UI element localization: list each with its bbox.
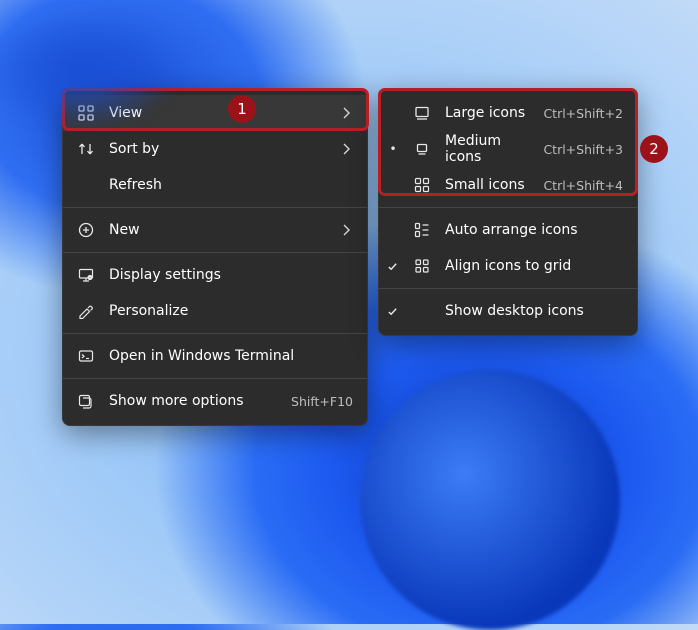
submenu-item-label: Auto arrange icons	[445, 222, 623, 238]
submenu-item-shortcut: Ctrl+Shift+4	[543, 178, 623, 193]
desktop-context-menu: View Sort by Refresh New	[62, 88, 368, 426]
menu-item-display-settings[interactable]: Display settings	[63, 257, 367, 293]
menu-item-label: Refresh	[109, 177, 353, 193]
submenu-item-label: Small icons	[445, 177, 525, 193]
menu-separator	[379, 207, 637, 208]
check-mark-checked	[387, 306, 399, 317]
menu-item-label: Show more options	[109, 393, 269, 409]
menu-item-open-terminal[interactable]: Open in Windows Terminal	[63, 338, 367, 374]
submenu-item-small-icons[interactable]: Small icons Ctrl+Shift+4	[379, 167, 637, 203]
auto-arrange-icon	[413, 222, 431, 238]
terminal-icon	[77, 347, 95, 365]
menu-item-label: View	[109, 105, 325, 121]
submenu-item-auto-arrange[interactable]: Auto arrange icons	[379, 212, 637, 248]
menu-item-refresh[interactable]: Refresh	[63, 167, 367, 203]
submenu-item-label: Medium icons	[445, 133, 525, 165]
show-more-icon	[77, 392, 95, 410]
submenu-item-shortcut: Ctrl+Shift+2	[543, 106, 623, 121]
medium-icons-icon	[413, 142, 431, 156]
submenu-item-label: Show desktop icons	[445, 303, 623, 319]
menu-item-label: Display settings	[109, 267, 353, 283]
submenu-item-label: Large icons	[445, 105, 525, 121]
submenu-item-large-icons[interactable]: Large icons Ctrl+Shift+2	[379, 95, 637, 131]
menu-separator	[63, 333, 367, 334]
submenu-item-align-grid[interactable]: Align icons to grid	[379, 248, 637, 284]
submenu-item-medium-icons[interactable]: • Medium icons Ctrl+Shift+3	[379, 131, 637, 167]
sort-icon	[77, 140, 95, 158]
display-settings-icon	[77, 266, 95, 284]
menu-item-new[interactable]: New	[63, 212, 367, 248]
menu-item-view[interactable]: View	[63, 95, 367, 131]
large-icons-icon	[413, 106, 431, 120]
menu-item-label: Open in Windows Terminal	[109, 348, 353, 364]
view-submenu: Large icons Ctrl+Shift+2 • Medium icons …	[378, 88, 638, 336]
menu-item-show-more[interactable]: Show more options Shift+F10	[63, 383, 367, 419]
chevron-right-icon	[339, 224, 353, 236]
new-plus-icon	[77, 221, 95, 239]
menu-separator	[379, 288, 637, 289]
menu-item-label: Sort by	[109, 141, 325, 157]
submenu-item-shortcut: Ctrl+Shift+3	[543, 142, 623, 157]
submenu-item-show-desktop-icons[interactable]: Show desktop icons	[379, 293, 637, 329]
annotation-badge-2: 2	[640, 135, 668, 163]
small-icons-icon	[413, 177, 431, 193]
menu-item-label: New	[109, 222, 325, 238]
view-icon	[77, 104, 95, 122]
menu-item-label: Personalize	[109, 303, 353, 319]
chevron-right-icon	[339, 107, 353, 119]
submenu-item-label: Align icons to grid	[445, 258, 623, 274]
menu-item-personalize[interactable]: Personalize	[63, 293, 367, 329]
menu-item-shortcut: Shift+F10	[291, 394, 353, 409]
menu-separator	[63, 378, 367, 379]
menu-item-sort[interactable]: Sort by	[63, 131, 367, 167]
menu-separator	[63, 252, 367, 253]
menu-separator	[63, 207, 367, 208]
blank-icon	[77, 176, 95, 194]
chevron-right-icon	[339, 143, 353, 155]
check-mark-checked	[387, 261, 399, 272]
personalize-icon	[77, 302, 95, 320]
annotation-badge-1: 1	[228, 95, 256, 123]
radio-mark-selected: •	[387, 143, 399, 155]
align-grid-icon	[413, 258, 431, 274]
